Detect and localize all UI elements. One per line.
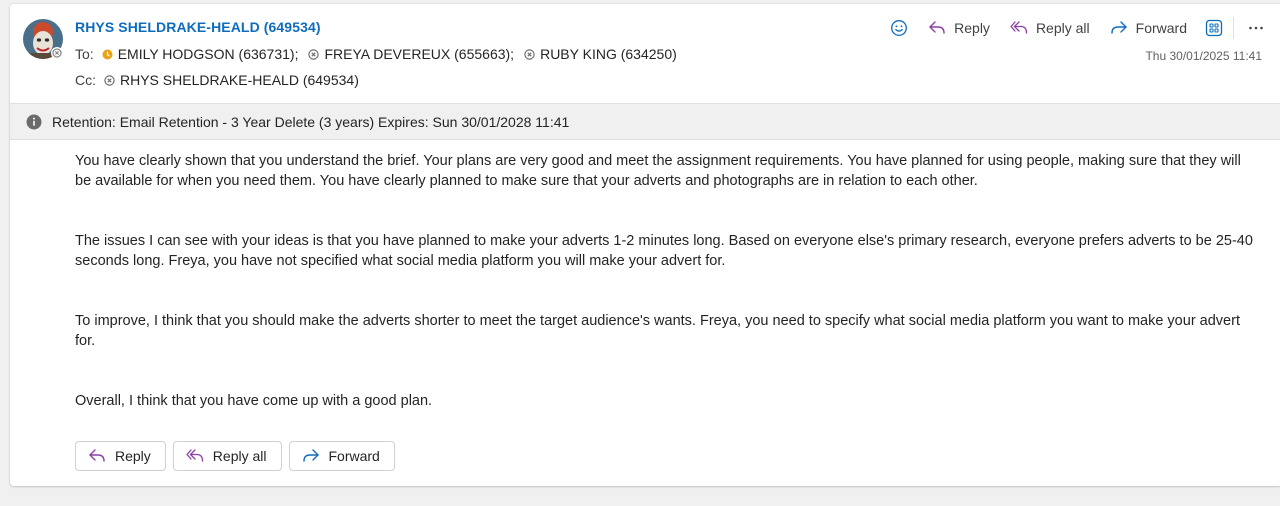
cc-recipient[interactable]: RHYS SHELDRAKE-HEALD (649534): [104, 72, 359, 88]
presence-away-icon: [102, 49, 113, 60]
reply-icon: [929, 21, 945, 34]
cc-label: Cc:: [75, 72, 96, 88]
recipient[interactable]: RUBY KING (634250): [524, 46, 677, 62]
recipient-name: FREYA DEVEREUX (655663);: [324, 46, 515, 62]
info-icon: [26, 114, 42, 130]
reply-button[interactable]: Reply: [928, 20, 990, 36]
footer-reply-all-label: Reply all: [212, 448, 267, 464]
reply-all-button[interactable]: Reply all: [1010, 20, 1090, 36]
toolbar-divider: [1233, 17, 1234, 39]
recipient[interactable]: EMILY HODGSON (636731);: [102, 46, 299, 62]
forward-icon: [302, 449, 319, 462]
forward-label: Forward: [1135, 20, 1187, 36]
body-paragraph: You have clearly shown that you understa…: [75, 153, 1241, 189]
recipient-name: RHYS SHELDRAKE-HEALD (649534): [120, 72, 359, 88]
apps-icon: [1205, 19, 1223, 37]
more-actions-button[interactable]: [1248, 20, 1264, 36]
forward-button[interactable]: Forward: [1110, 20, 1187, 36]
to-label: To:: [75, 46, 94, 62]
footer-reply-all-button[interactable]: Reply all: [172, 441, 282, 471]
reply-icon: [89, 449, 105, 462]
presence-offline-icon: [524, 48, 535, 60]
cc-line: Cc: RHYS SHELDRAKE-HEALD (649534): [75, 72, 369, 88]
retention-banner: Retention: Email Retention - 3 Year Dele…: [10, 103, 1280, 140]
presence-offline-icon: [51, 47, 63, 59]
recipient-name: RUBY KING (634250): [540, 46, 677, 62]
retention-text: Retention: Email Retention - 3 Year Dele…: [52, 113, 570, 130]
reply-all-icon: [186, 449, 203, 462]
smile-icon: [891, 20, 908, 36]
reply-label: Reply: [954, 20, 990, 36]
sender-name[interactable]: RHYS SHELDRAKE-HEALD (649534): [75, 19, 321, 35]
footer-forward-button[interactable]: Forward: [288, 441, 395, 471]
message-card: RHYS SHELDRAKE-HEALD (649534) To: EMILY …: [10, 4, 1280, 486]
to-line: To: EMILY HODGSON (636731); FREYA DEVERE…: [75, 46, 687, 62]
emoji-reaction-button[interactable]: [890, 19, 908, 37]
message-body: You have clearly shown that you understa…: [75, 151, 1260, 451]
reply-all-icon: [1010, 21, 1028, 34]
footer-actions: Reply Reply all Forward: [75, 441, 402, 471]
footer-reply-label: Reply: [115, 448, 151, 464]
body-paragraph: The issues I can see with your ideas is …: [75, 233, 1253, 269]
forward-icon: [1110, 21, 1127, 34]
presence-offline-icon: [104, 74, 115, 86]
footer-reply-button[interactable]: Reply: [75, 441, 166, 471]
reply-all-label: Reply all: [1035, 20, 1090, 36]
more-icon: [1249, 26, 1263, 30]
footer-forward-label: Forward: [328, 448, 380, 464]
presence-offline-icon: [308, 48, 320, 60]
body-paragraph: Overall, I think that you have come up w…: [75, 393, 433, 409]
message-timestamp: Thu 30/01/2025 11:41: [1145, 49, 1262, 63]
message-toolbar: Reply Reply all Forward: [890, 16, 1264, 40]
recipient-name: EMILY HODGSON (636731);: [117, 46, 299, 62]
recipient[interactable]: FREYA DEVEREUX (655663);: [308, 46, 514, 62]
body-paragraph: To improve, I think that you should make…: [75, 313, 1240, 349]
apps-button[interactable]: [1205, 19, 1223, 37]
